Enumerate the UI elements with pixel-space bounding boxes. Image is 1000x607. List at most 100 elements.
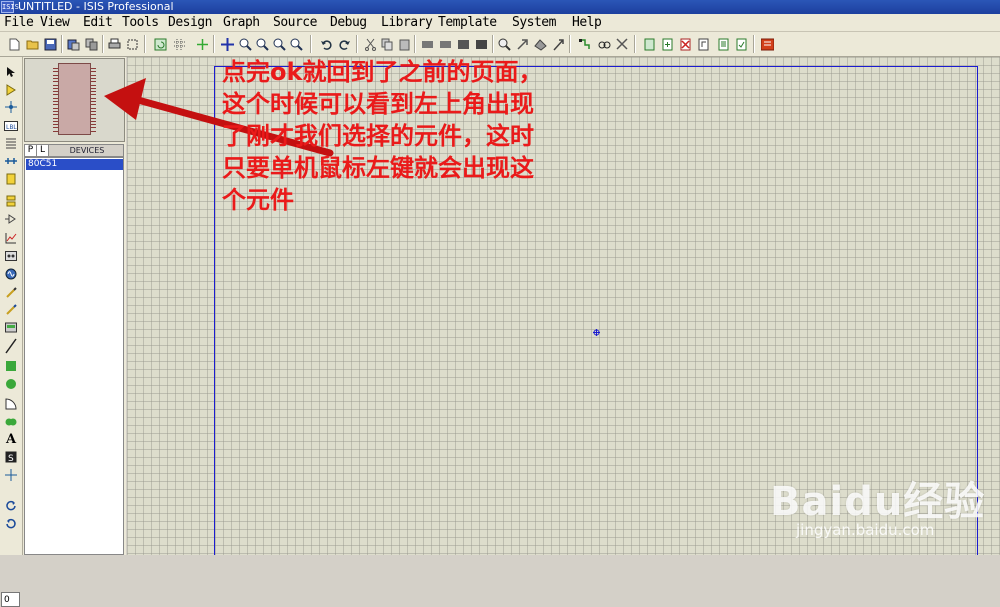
- menu-file[interactable]: File: [4, 15, 34, 30]
- copy-icon[interactable]: [379, 36, 395, 52]
- chip-pin: [91, 97, 96, 99]
- generator-icon[interactable]: [3, 267, 19, 281]
- wire-autorouter-icon[interactable]: [576, 36, 592, 52]
- library-manager-button[interactable]: L: [37, 145, 49, 156]
- search-tag-icon[interactable]: [596, 36, 612, 52]
- menu-bar: File View Edit Tools Design Graph Source…: [0, 14, 1000, 32]
- menu-debug[interactable]: Debug: [330, 15, 367, 30]
- netlist-to-ares-icon[interactable]: [759, 36, 775, 52]
- box-2d-icon[interactable]: [3, 359, 19, 373]
- print-area-icon[interactable]: [124, 36, 140, 52]
- subcircuit-icon[interactable]: [3, 172, 19, 186]
- chip-pin: [91, 110, 96, 112]
- make-device-icon[interactable]: [514, 36, 530, 52]
- new-file-icon[interactable]: [6, 36, 22, 52]
- rotate-anticlockwise-icon[interactable]: [3, 517, 19, 531]
- marker-2d-icon[interactable]: [3, 468, 19, 482]
- menu-source[interactable]: Source: [273, 15, 317, 30]
- decompose-icon[interactable]: [550, 36, 566, 52]
- origin-icon[interactable]: [194, 36, 210, 52]
- text-2d-icon[interactable]: A: [3, 432, 19, 447]
- circle-2d-icon[interactable]: [3, 377, 19, 391]
- pan-icon[interactable]: [219, 36, 235, 52]
- chip-pin: [53, 120, 58, 122]
- paste-icon[interactable]: [396, 36, 412, 52]
- open-folder-icon[interactable]: [24, 36, 40, 52]
- exit-to-parent-icon[interactable]: [695, 36, 711, 52]
- menu-design[interactable]: Design: [168, 15, 212, 30]
- chip-pin: [53, 101, 58, 102]
- block-copy-icon[interactable]: [419, 36, 435, 52]
- menu-view[interactable]: View: [40, 15, 70, 30]
- chip-pin: [53, 77, 58, 79]
- chip-pin: [53, 71, 58, 73]
- device-preview-80c51: [53, 63, 96, 135]
- menu-library[interactable]: Library: [381, 15, 433, 30]
- title-bar: ISIS UNTITLED - ISIS Professional: [0, 0, 1000, 14]
- symbol-2d-icon[interactable]: S: [3, 450, 19, 464]
- bill-of-materials-icon[interactable]: [715, 36, 731, 52]
- block-move-icon[interactable]: [437, 36, 453, 52]
- block-delete-icon[interactable]: [473, 36, 489, 52]
- zoom-in-icon[interactable]: [237, 36, 253, 52]
- pick-devices-button[interactable]: P: [25, 145, 37, 156]
- export-icon[interactable]: [83, 36, 99, 52]
- remove-sheet-icon[interactable]: [677, 36, 693, 52]
- device-pin-icon[interactable]: [3, 212, 19, 226]
- electrical-rule-check-icon[interactable]: [733, 36, 749, 52]
- menu-graph[interactable]: Graph: [223, 15, 260, 30]
- arc-2d-icon[interactable]: [3, 397, 19, 411]
- zoom-out-icon[interactable]: [254, 36, 270, 52]
- junction-dot-icon[interactable]: [3, 100, 19, 114]
- chip-pin: [91, 104, 96, 106]
- redo-icon[interactable]: [336, 36, 352, 52]
- selection-mode-icon[interactable]: [3, 65, 19, 79]
- pick-device-icon[interactable]: [496, 36, 512, 52]
- wire-label-icon[interactable]: LBL: [3, 119, 19, 133]
- chip-pin: [91, 114, 96, 116]
- undo-icon[interactable]: [318, 36, 334, 52]
- rotate-clockwise-icon[interactable]: [3, 499, 19, 513]
- current-probe-icon[interactable]: [3, 302, 19, 316]
- add-sheet-icon[interactable]: [659, 36, 675, 52]
- line-2d-icon[interactable]: [3, 338, 19, 354]
- svg-text:S: S: [8, 454, 14, 463]
- chip-pin: [53, 127, 58, 129]
- voltage-probe-icon[interactable]: [3, 285, 19, 299]
- menu-tools[interactable]: Tools: [122, 15, 159, 30]
- zoom-area-icon[interactable]: [288, 36, 304, 52]
- menu-system[interactable]: System: [512, 15, 556, 30]
- redraw-icon[interactable]: [152, 36, 168, 52]
- new-sheet-icon[interactable]: [641, 36, 657, 52]
- chip-pin: [91, 81, 96, 83]
- rotation-angle-field[interactable]: 0: [1, 592, 20, 607]
- print-icon[interactable]: [106, 36, 122, 52]
- import-icon[interactable]: [65, 36, 81, 52]
- grid-icon[interactable]: [171, 36, 187, 52]
- bus-icon[interactable]: [3, 154, 19, 168]
- chip-pin: [53, 114, 58, 116]
- zoom-all-icon[interactable]: [271, 36, 287, 52]
- virtual-instrument-icon[interactable]: [3, 320, 19, 334]
- window-title: UNTITLED - ISIS Professional: [18, 0, 174, 13]
- block-rotate-icon[interactable]: [455, 36, 471, 52]
- menu-help[interactable]: Help: [572, 15, 602, 30]
- chip-pin: [91, 124, 96, 126]
- menu-edit[interactable]: Edit: [83, 15, 113, 30]
- device-list-item[interactable]: 80C51: [26, 159, 123, 170]
- packaging-tool-icon[interactable]: [532, 36, 548, 52]
- component-mode-icon[interactable]: [3, 83, 19, 97]
- save-icon[interactable]: [42, 36, 58, 52]
- menu-template[interactable]: Template: [438, 15, 497, 30]
- terminal-icon[interactable]: [3, 194, 19, 208]
- device-list[interactable]: 80C51: [24, 157, 124, 555]
- tape-recorder-icon[interactable]: [3, 249, 19, 263]
- cut-icon[interactable]: [362, 36, 378, 52]
- path-2d-icon[interactable]: [3, 415, 19, 429]
- chip-pin: [53, 81, 58, 83]
- text-script-icon[interactable]: [3, 136, 19, 150]
- graph-mode-icon[interactable]: [3, 231, 19, 245]
- overview-window[interactable]: [24, 58, 125, 142]
- property-tool-icon[interactable]: [614, 36, 630, 52]
- chip-pin: [53, 91, 58, 93]
